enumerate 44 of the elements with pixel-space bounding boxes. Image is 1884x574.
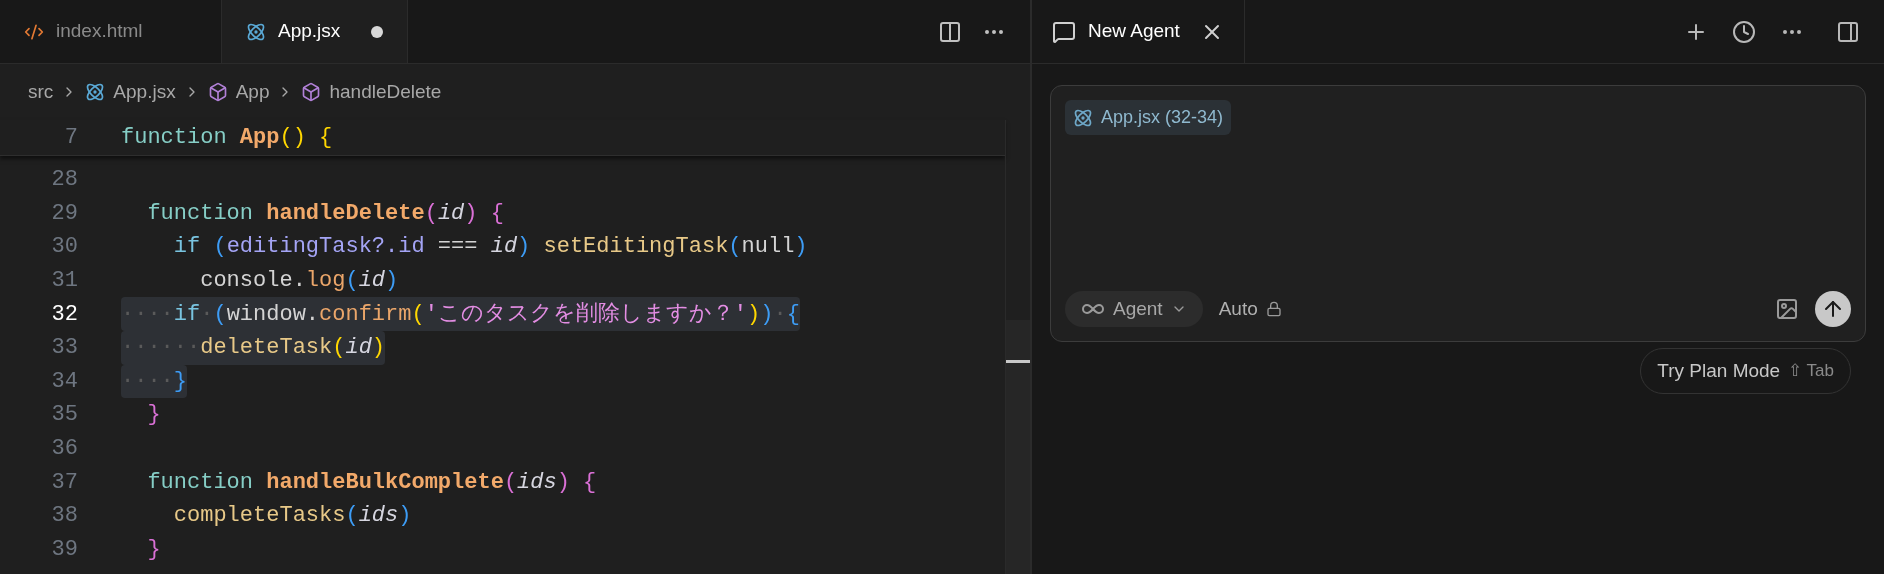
line-number: 34 <box>50 367 78 396</box>
line-number: 36 <box>50 435 78 464</box>
cube-icon <box>301 82 322 102</box>
mode-dropdown[interactable]: Agent <box>1065 291 1203 327</box>
line-number: 39 <box>50 535 78 564</box>
breadcrumb-item[interactable]: App.jsx <box>85 77 176 107</box>
model-selector[interactable]: Auto <box>1218 294 1282 324</box>
code-line: console.log(id) <box>199 267 399 296</box>
panel-toggle-icon[interactable] <box>1836 19 1860 44</box>
editor-tab[interactable]: App.jsx <box>222 0 408 63</box>
line-number: 33 <box>50 334 78 363</box>
code-line: completeTasks(ids) <box>172 502 412 531</box>
cube-icon <box>207 82 228 102</box>
history-icon[interactable] <box>1732 19 1756 44</box>
scrollbar-thumb[interactable] <box>1006 320 1030 574</box>
chat-icon <box>1052 19 1076 44</box>
line-number: 29 <box>50 199 78 228</box>
send-button[interactable] <box>1815 291 1851 327</box>
code-line: function handleBulkComplete(ids) { <box>146 468 597 497</box>
breadcrumb-item[interactable]: handleDelete <box>301 77 442 107</box>
context-chip[interactable]: App.jsx (32-34) <box>1065 100 1232 135</box>
line-number: 30 <box>50 233 78 262</box>
breadcrumb-item[interactable]: App <box>207 77 270 107</box>
atom-icon <box>246 21 266 42</box>
code-line: if (editingTask?.id === id) setEditingTask(null) <box>172 233 808 262</box>
shortcut-key: ⇧ Tab <box>1788 358 1834 384</box>
code-line: } <box>146 535 161 564</box>
line-number: 28 <box>50 166 78 195</box>
code-line: function handleDelete(id) { <box>146 199 504 228</box>
line-number: 35 <box>50 401 78 430</box>
line-number: 37 <box>50 468 78 497</box>
line-number: 38 <box>50 502 78 531</box>
line-number: 7 <box>63 124 78 152</box>
atom-icon <box>85 82 106 102</box>
line-number: 32 <box>50 300 78 329</box>
lock-icon <box>1265 301 1282 317</box>
sticky-code-line: function App() { <box>121 124 333 152</box>
chat-input-box[interactable]: App.jsx (32-34) Agent Auto <box>1050 85 1866 342</box>
image-icon[interactable] <box>1775 297 1799 321</box>
split-editor-icon[interactable] <box>938 19 962 44</box>
atom-icon <box>1073 107 1093 128</box>
line-number: 31 <box>50 267 78 296</box>
code-line: } <box>146 401 161 430</box>
breadcrumb-item[interactable]: src <box>28 77 54 107</box>
